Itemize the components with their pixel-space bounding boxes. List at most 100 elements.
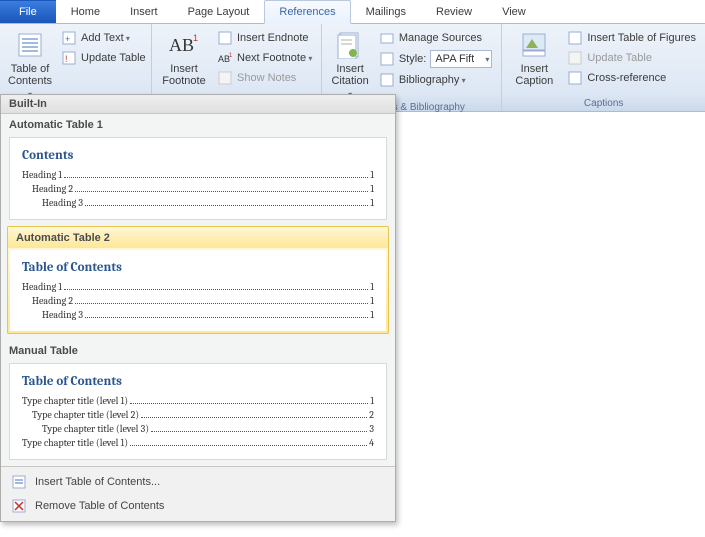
svg-text:AB: AB bbox=[169, 35, 194, 55]
toc-row-label: Heading 2 bbox=[32, 183, 73, 195]
toc-row-leader bbox=[64, 170, 368, 178]
toc-row-leader bbox=[75, 296, 368, 304]
manage-sources-button[interactable]: Manage Sources bbox=[376, 29, 496, 47]
auto1-rows: Heading 1 1 Heading 2 1 Heading 3 1 bbox=[22, 169, 374, 209]
gallery-item-auto2[interactable]: Table of Contents Heading 11Heading 21He… bbox=[7, 248, 389, 334]
bibliography-button[interactable]: Bibliography bbox=[376, 71, 496, 89]
manual-heading: Table of Contents bbox=[22, 374, 374, 389]
toc-row-leader bbox=[85, 310, 368, 318]
toc-row-leader bbox=[85, 198, 368, 206]
tab-review[interactable]: Review bbox=[421, 0, 487, 23]
update-figures-label: Update Table bbox=[587, 52, 652, 64]
insert-footnote-button[interactable]: AB1 Insert Footnote bbox=[158, 27, 210, 87]
auto2-rows: Heading 1 1 Heading 2 1 Heading 31 bbox=[22, 281, 374, 321]
toc-row-label: Type chapter title (level 2) bbox=[32, 409, 139, 421]
citation-icon bbox=[334, 29, 366, 61]
toc-row-page: 1 bbox=[370, 395, 374, 407]
endnote-icon bbox=[217, 30, 233, 46]
style-combobox[interactable]: APA Fift ▾ bbox=[430, 50, 492, 68]
group-captions: Insert Caption Insert Table of Figures U… bbox=[502, 24, 705, 111]
tab-view[interactable]: View bbox=[487, 0, 541, 23]
table-of-contents-button[interactable]: Table of Contents bbox=[6, 27, 54, 101]
insert-caption-button[interactable]: Insert Caption bbox=[508, 27, 560, 87]
insert-toc-action[interactable]: Insert Table of Contents... bbox=[1, 470, 395, 494]
style-row: Style: APA Fift ▾ bbox=[376, 49, 496, 69]
toc-row-page: 1 bbox=[370, 169, 374, 181]
add-text-icon: + bbox=[61, 30, 77, 46]
show-notes-icon bbox=[217, 70, 233, 86]
update-table-figures-button[interactable]: Update Table bbox=[564, 49, 699, 67]
gallery-header-builtin: Built-In bbox=[1, 95, 395, 114]
toc-row-page: 1 bbox=[370, 281, 374, 293]
auto1-heading: Contents bbox=[22, 148, 374, 163]
svg-text:!: ! bbox=[65, 54, 68, 64]
update-table-button[interactable]: ! Update Table bbox=[58, 49, 149, 67]
manual-rows: Type chapter title (level 1)1 Type chapte… bbox=[22, 395, 374, 449]
toc-row-label: Heading 1 bbox=[22, 281, 62, 293]
toc-row-leader bbox=[130, 396, 368, 404]
cross-reference-button[interactable]: Cross-reference bbox=[564, 69, 699, 87]
tab-file[interactable]: File bbox=[0, 0, 56, 23]
itof-label: Insert Table of Figures bbox=[587, 32, 696, 44]
toc-row: Heading 1 1 bbox=[22, 169, 374, 181]
svg-text:+: + bbox=[65, 34, 70, 44]
crossref-label: Cross-reference bbox=[587, 72, 666, 84]
remove-toc-action[interactable]: Remove Table of Contents bbox=[1, 494, 395, 518]
next-footnote-icon: AB1 bbox=[217, 50, 233, 66]
tab-home[interactable]: Home bbox=[56, 0, 115, 23]
gallery-item-auto1[interactable]: Contents Heading 1 1 Heading 2 1 Heading 3 1 bbox=[9, 137, 387, 220]
svg-text:1: 1 bbox=[229, 53, 232, 59]
remove-toc-label: Remove Table of Contents bbox=[35, 500, 164, 512]
svg-text:1: 1 bbox=[193, 33, 198, 43]
show-notes-button[interactable]: Show Notes bbox=[214, 69, 315, 87]
update-table-label: Update Table bbox=[81, 52, 146, 64]
toc-row: Type chapter title (level 3) 3 bbox=[22, 423, 374, 435]
toc-row: Type chapter title (level 1)1 bbox=[22, 395, 374, 407]
toc-row-page: 1 bbox=[370, 183, 374, 195]
insert-toc-label: Insert Table of Contents... bbox=[35, 476, 160, 488]
toc-row: Heading 2 1 bbox=[22, 183, 374, 195]
bibliography-icon bbox=[379, 72, 395, 88]
next-footnote-button[interactable]: AB1 Next Footnote bbox=[214, 49, 315, 67]
toc-row-page: 3 bbox=[369, 423, 374, 435]
tab-strip: File Home Insert Page Layout References … bbox=[0, 0, 705, 24]
toc-row-label: Heading 2 bbox=[32, 295, 73, 307]
style-icon bbox=[379, 51, 395, 67]
toc-row: Heading 3 1 bbox=[22, 197, 374, 209]
tab-references[interactable]: References bbox=[264, 0, 350, 24]
tab-insert[interactable]: Insert bbox=[115, 0, 173, 23]
toc-row-label: Heading 1 bbox=[22, 169, 62, 181]
next-footnote-label: Next Footnote bbox=[237, 52, 312, 64]
toc-row-page: 4 bbox=[369, 437, 374, 449]
remove-toc-icon bbox=[11, 498, 27, 514]
toc-row-label: Heading 3 bbox=[42, 309, 83, 321]
toc-row-label: Type chapter title (level 3) bbox=[42, 423, 149, 435]
itof-icon bbox=[567, 30, 583, 46]
show-notes-label: Show Notes bbox=[237, 72, 296, 84]
insert-citation-button[interactable]: Insert Citation bbox=[328, 27, 371, 101]
toc-icon bbox=[14, 29, 46, 61]
update-figures-icon bbox=[567, 50, 583, 66]
toc-row-leader bbox=[151, 424, 367, 432]
footnote-icon: AB1 bbox=[168, 29, 200, 61]
style-label: Style: bbox=[399, 53, 427, 65]
toc-row-label: Heading 3 bbox=[42, 197, 83, 209]
insert-table-of-figures-button[interactable]: Insert Table of Figures bbox=[564, 29, 699, 47]
toc-row: Heading 31 bbox=[22, 309, 374, 321]
toc-row: Type chapter title (level 1)4 bbox=[22, 437, 374, 449]
tab-page-layout[interactable]: Page Layout bbox=[173, 0, 265, 23]
update-table-icon: ! bbox=[61, 50, 77, 66]
gallery-item-manual[interactable]: Table of Contents Type chapter title (le… bbox=[9, 363, 387, 460]
insert-endnote-button[interactable]: Insert Endnote bbox=[214, 29, 315, 47]
toc-row-page: 1 bbox=[370, 295, 374, 307]
add-text-button[interactable]: + Add Text bbox=[58, 29, 149, 47]
group-label-captions: Captions bbox=[508, 97, 699, 111]
toc-row-leader bbox=[141, 410, 367, 418]
toc-row-page: 1 bbox=[370, 197, 374, 209]
tab-mailings[interactable]: Mailings bbox=[351, 0, 421, 23]
toc-gallery-dropdown: Built-In Automatic Table 1 Contents Head… bbox=[0, 94, 396, 522]
add-text-label: Add Text bbox=[81, 32, 130, 44]
document-area[interactable] bbox=[396, 112, 705, 537]
gallery-item-auto1-title: Automatic Table 1 bbox=[1, 114, 395, 135]
toc-row-leader bbox=[75, 184, 368, 192]
